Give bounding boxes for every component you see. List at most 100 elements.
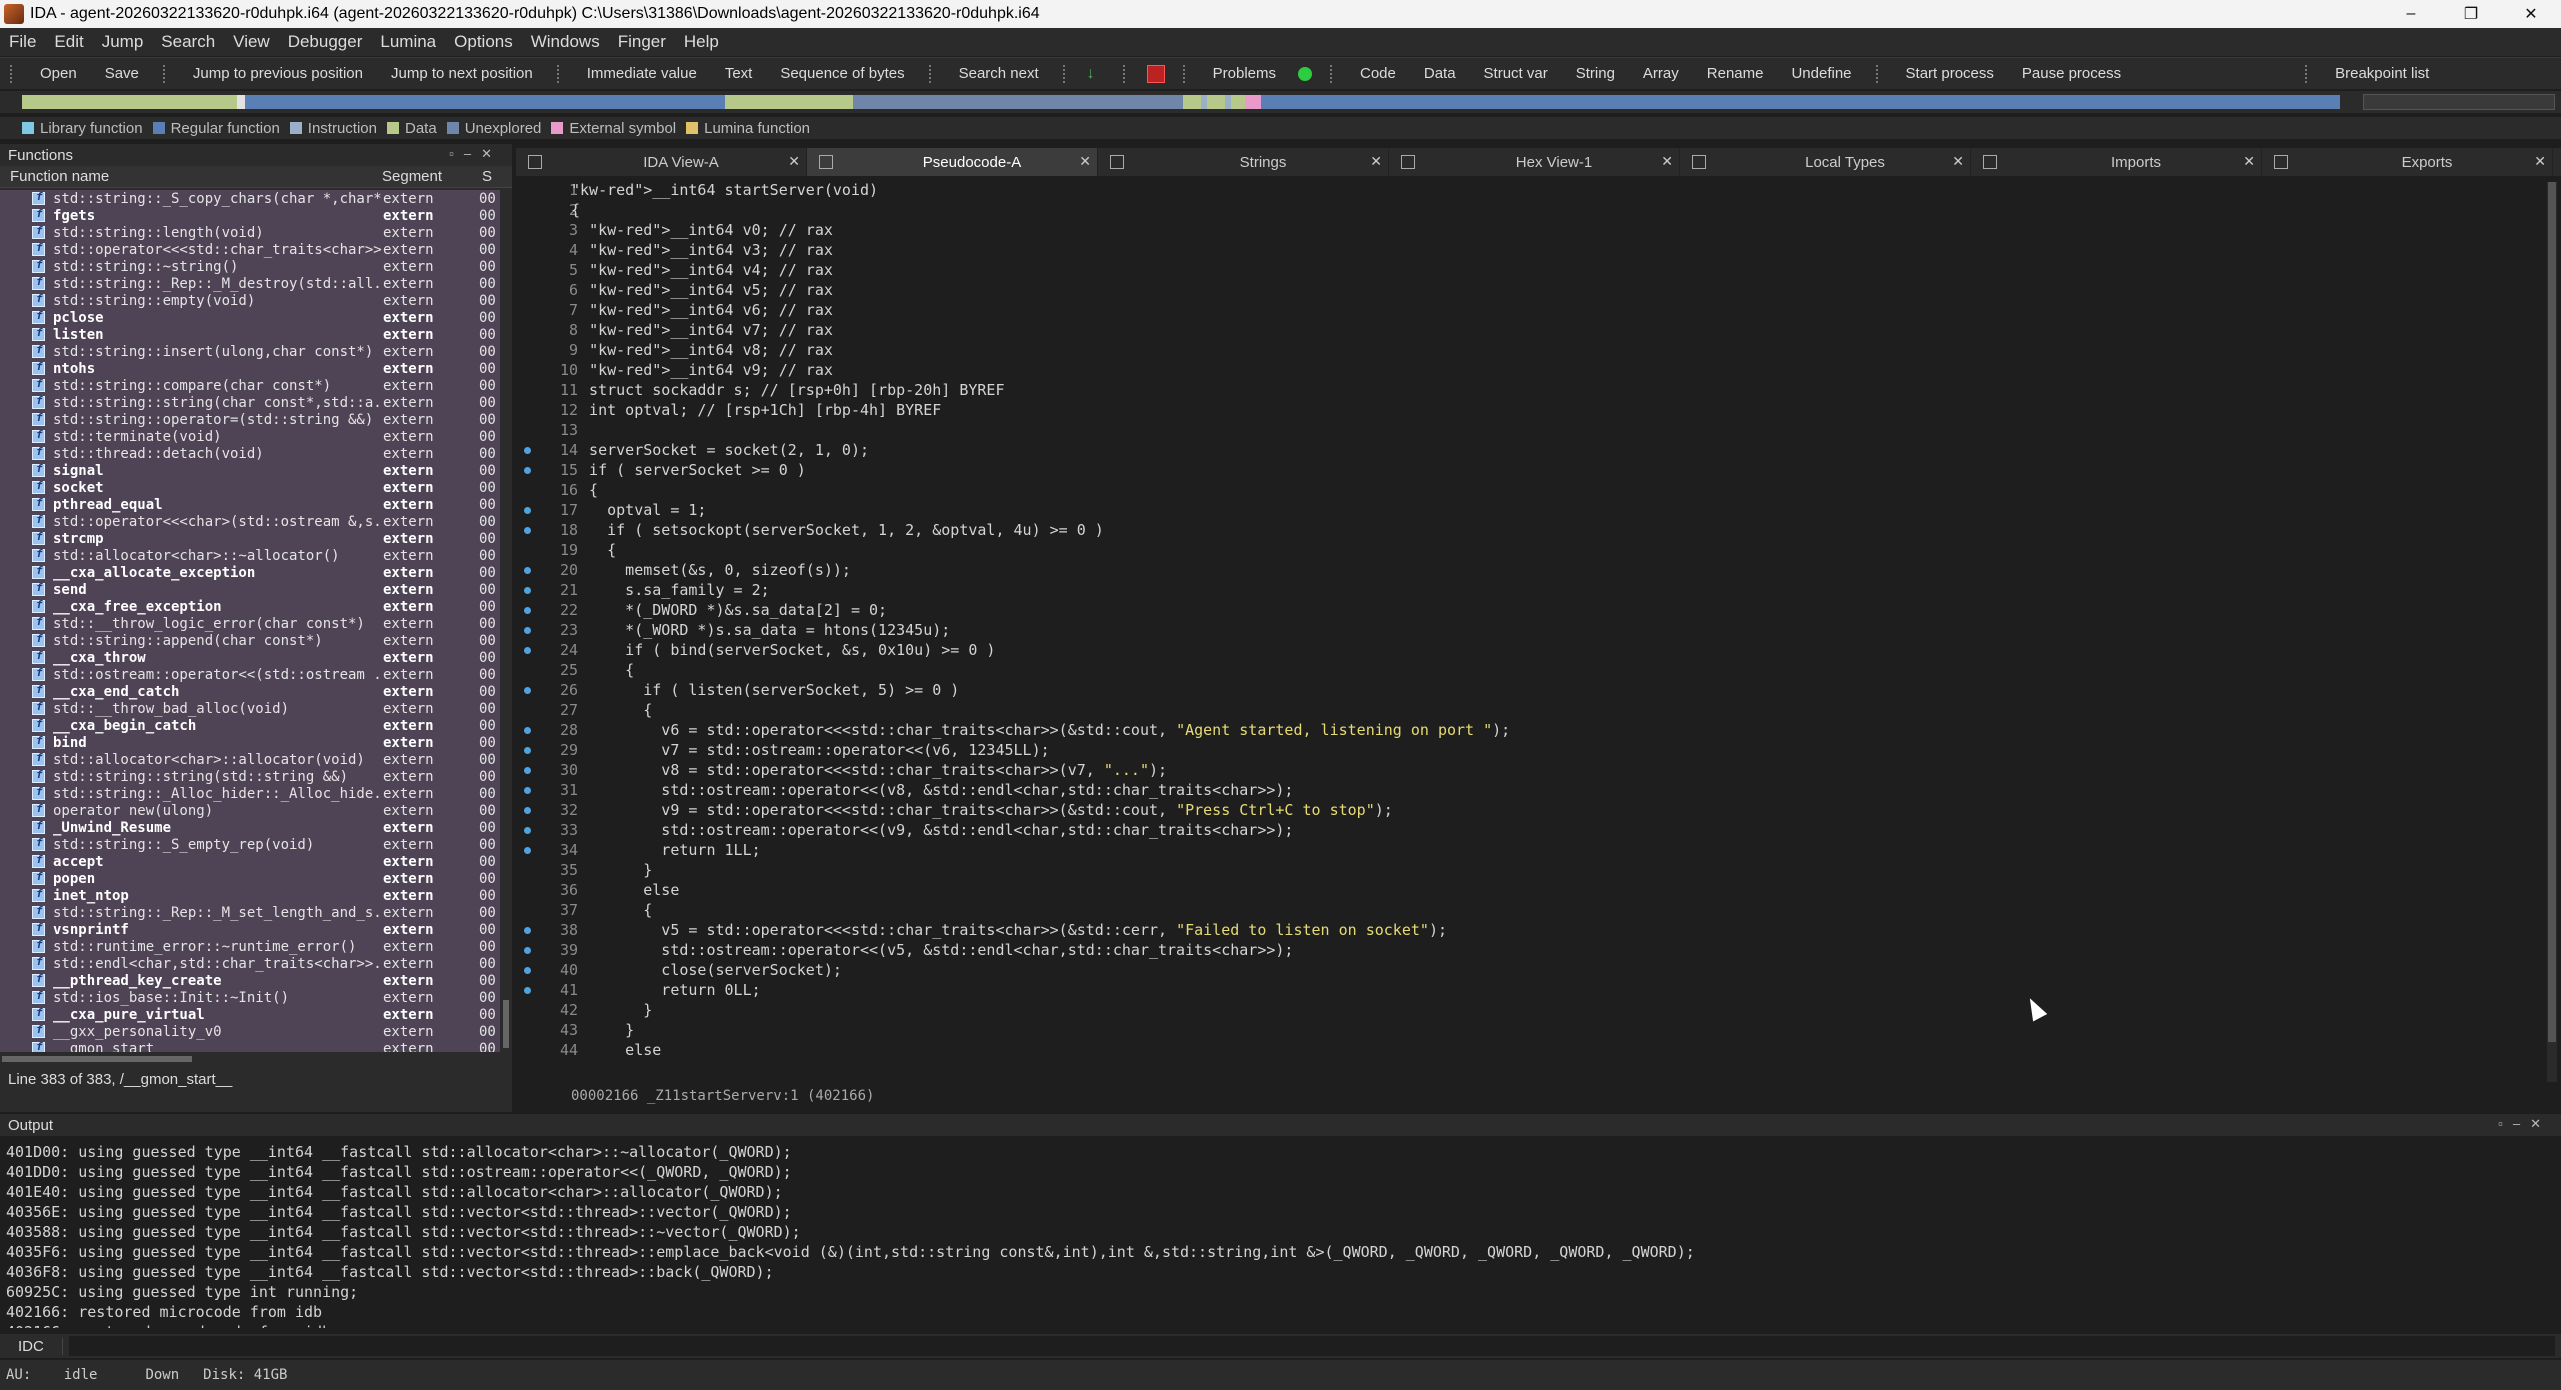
toolbar-grip[interactable]	[1875, 64, 1882, 83]
code-line[interactable]: {	[571, 900, 2471, 920]
close-tab-icon[interactable]: ✕	[788, 153, 800, 170]
breakpoint-marker-icon[interactable]	[524, 587, 531, 594]
code-line[interactable]: if ( listen(serverSocket, 5) >= 0 )	[571, 680, 2471, 700]
code-line[interactable]: optval = 1;	[571, 500, 2471, 520]
breakpoint-marker-icon[interactable]	[524, 827, 531, 834]
code-line[interactable]: "kw-red">__int64 v7; // rax	[571, 320, 2471, 340]
function-row[interactable]: __cxa_free_exception extern 00	[0, 598, 500, 615]
code-line[interactable]: serverSocket = socket(2, 1, 0);	[571, 440, 2471, 460]
function-row[interactable]: std::string::insert(ulong,char const*) ex…	[0, 343, 500, 360]
col-start[interactable]: S	[482, 168, 492, 185]
toolbar-grip[interactable]	[162, 64, 169, 83]
navigation-band[interactable]	[0, 91, 2561, 113]
tab-hex-view-1[interactable]: Hex View-1 ✕	[1389, 148, 1680, 176]
function-row[interactable]: std::runtime_error::~runtime_error() exte…	[0, 938, 500, 955]
breakpoint-marker-icon[interactable]	[524, 927, 531, 934]
navigation-band-bar[interactable]	[22, 95, 2340, 109]
close-tab-icon[interactable]: ✕	[2243, 153, 2255, 170]
function-row[interactable]: std::terminate(void) extern 00	[0, 428, 500, 445]
function-row[interactable]: listen extern 00	[0, 326, 500, 343]
breakpoint-marker-icon[interactable]	[524, 987, 531, 994]
pseudocode-panel[interactable]: 1 2 3 4 5 6 7 8 9 10 11 12 13 14 15 16 17 18 19 20 21 22 23 24 2…	[516, 176, 2561, 1108]
code-line[interactable]: v9 = std::operator<<<std::char_traits<ch…	[571, 800, 2471, 820]
function-row[interactable]: vsnprintf extern 00	[0, 921, 500, 938]
code-line[interactable]: std::ostream::operator<<(v9, &std::endl<…	[571, 820, 2471, 840]
function-row[interactable]: __cxa_end_catch extern 00	[0, 683, 500, 700]
function-row[interactable]: __pthread_key_create extern 00	[0, 972, 500, 989]
function-row[interactable]: std::__throw_logic_error(char const*) ext…	[0, 615, 500, 632]
pause-process-button[interactable]: Pause process	[2008, 65, 2135, 82]
code-line[interactable]: v8 = std::operator<<<std::char_traits<ch…	[571, 760, 2471, 780]
code-line[interactable]: if ( setsockopt(serverSocket, 1, 2, &opt…	[571, 520, 2471, 540]
col-segment[interactable]: Segment	[382, 168, 482, 185]
rename-button[interactable]: Rename	[1693, 65, 1778, 82]
code-line[interactable]: if ( bind(serverSocket, &s, 0x10u) >= 0 …	[571, 640, 2471, 660]
code-line[interactable]: "kw-red">__int64 v6; // rax	[571, 300, 2471, 320]
function-row[interactable]: strcmp extern 00	[0, 530, 500, 547]
code-line[interactable]: "kw-red">__int64 v3; // rax	[571, 240, 2471, 260]
data-button[interactable]: Data	[1410, 65, 1470, 82]
menu-edit[interactable]: Edit	[45, 32, 92, 52]
stop-icon[interactable]	[1146, 64, 1165, 83]
code-line[interactable]: "kw-red">__int64 v8; // rax	[571, 340, 2471, 360]
breakpoint-marker-icon[interactable]	[524, 947, 531, 954]
functions-hscrollbar[interactable]	[0, 1054, 500, 1064]
code-line[interactable]: std::ostream::operator<<(v8, &std::endl<…	[571, 780, 2471, 800]
close-tab-icon[interactable]: ✕	[1370, 153, 1382, 170]
code-line[interactable]: struct sockaddr s; // [rsp+0h] [rbp-20h]…	[571, 380, 2471, 400]
menu-options[interactable]: Options	[445, 32, 522, 52]
close-window-button[interactable]: ✕	[2501, 0, 2561, 28]
menu-finger[interactable]: Finger	[609, 32, 675, 52]
code-line[interactable]: int optval; // [rsp+1Ch] [rbp-4h] BYREF	[571, 400, 2471, 420]
menu-search[interactable]: Search	[152, 32, 224, 52]
code-line[interactable]: memset(&s, 0, sizeof(s));	[571, 560, 2471, 580]
function-row[interactable]: __cxa_allocate_exception extern 00	[0, 564, 500, 581]
code-line[interactable]: "kw-red">__int64 v0; // rax	[571, 220, 2471, 240]
code-line[interactable]	[571, 420, 2471, 440]
open-button[interactable]: Open	[26, 65, 91, 82]
toolbar-grip[interactable]	[2305, 64, 2311, 83]
function-row[interactable]: pthread_equal extern 00	[0, 496, 500, 513]
code-line[interactable]: }	[571, 860, 2471, 880]
function-row[interactable]: std::string::_Rep::_M_set_length_and_s..…	[0, 904, 500, 921]
scroll-thumb[interactable]	[2548, 182, 2556, 1042]
maximize-button[interactable]: ❐	[2441, 0, 2501, 28]
tab-exports[interactable]: Exports ✕	[2262, 148, 2553, 176]
function-row[interactable]: std::string::_Rep::_M_destroy(std::all..…	[0, 275, 500, 292]
toolbar-grip[interactable]	[1062, 64, 1069, 83]
function-row[interactable]: std::__throw_bad_alloc(void) extern 00	[0, 700, 500, 717]
menu-help[interactable]: Help	[675, 32, 728, 52]
close-tab-icon[interactable]: ✕	[1079, 153, 1091, 170]
function-row[interactable]: __cxa_throw extern 00	[0, 649, 500, 666]
close-tab-icon[interactable]: ✕	[1661, 153, 1673, 170]
function-row[interactable]: inet_ntop extern 00	[0, 887, 500, 904]
code-line[interactable]: if ( serverSocket >= 0 )	[571, 460, 2471, 480]
breakpoint-marker-icon[interactable]	[524, 567, 531, 574]
breakpoint-marker-icon[interactable]	[524, 727, 531, 734]
problems-button[interactable]: Problems	[1199, 65, 1290, 82]
functions-vscrollbar[interactable]	[502, 190, 510, 1052]
function-row[interactable]: _Unwind_Resume extern 00	[0, 819, 500, 836]
code-line[interactable]: {	[571, 540, 2471, 560]
toolbar-grip[interactable]	[1122, 64, 1129, 83]
col-function-name[interactable]: Function name	[0, 168, 382, 185]
tab-local-types[interactable]: Local Types ✕	[1680, 148, 1971, 176]
functions-list[interactable]: std::string::_S_copy_chars(char *,char*.…	[0, 190, 500, 1052]
code-line[interactable]: return 1LL;	[571, 840, 2471, 860]
code-line[interactable]: "kw-red">__int64 startServer(void)	[571, 180, 2471, 200]
code-line[interactable]: s.sa_family = 2;	[571, 580, 2471, 600]
code-line[interactable]: else	[571, 880, 2471, 900]
breakpoint-marker-icon[interactable]	[524, 627, 531, 634]
panel-controls[interactable]: ▫–✕	[449, 146, 502, 162]
function-row[interactable]: std::string::~string() extern 00	[0, 258, 500, 275]
code-line[interactable]: *(_DWORD *)&s.sa_data[2] = 0;	[571, 600, 2471, 620]
code-line[interactable]: return 0LL;	[571, 980, 2471, 1000]
function-row[interactable]: std::endl<char,std::char_traits<char>>..…	[0, 955, 500, 972]
function-row[interactable]: __cxa_begin_catch extern 00	[0, 717, 500, 734]
code-line[interactable]: close(serverSocket);	[571, 960, 2471, 980]
function-row[interactable]: std::ios_base::Init::~Init() extern 00	[0, 989, 500, 1006]
function-row[interactable]: std::allocator<char>::allocator(void) ext…	[0, 751, 500, 768]
code-line[interactable]: "kw-red">__int64 v9; // rax	[571, 360, 2471, 380]
function-row[interactable]: std::string::_S_empty_rep(void) extern 00	[0, 836, 500, 853]
toolbar-grip[interactable]	[556, 64, 563, 83]
